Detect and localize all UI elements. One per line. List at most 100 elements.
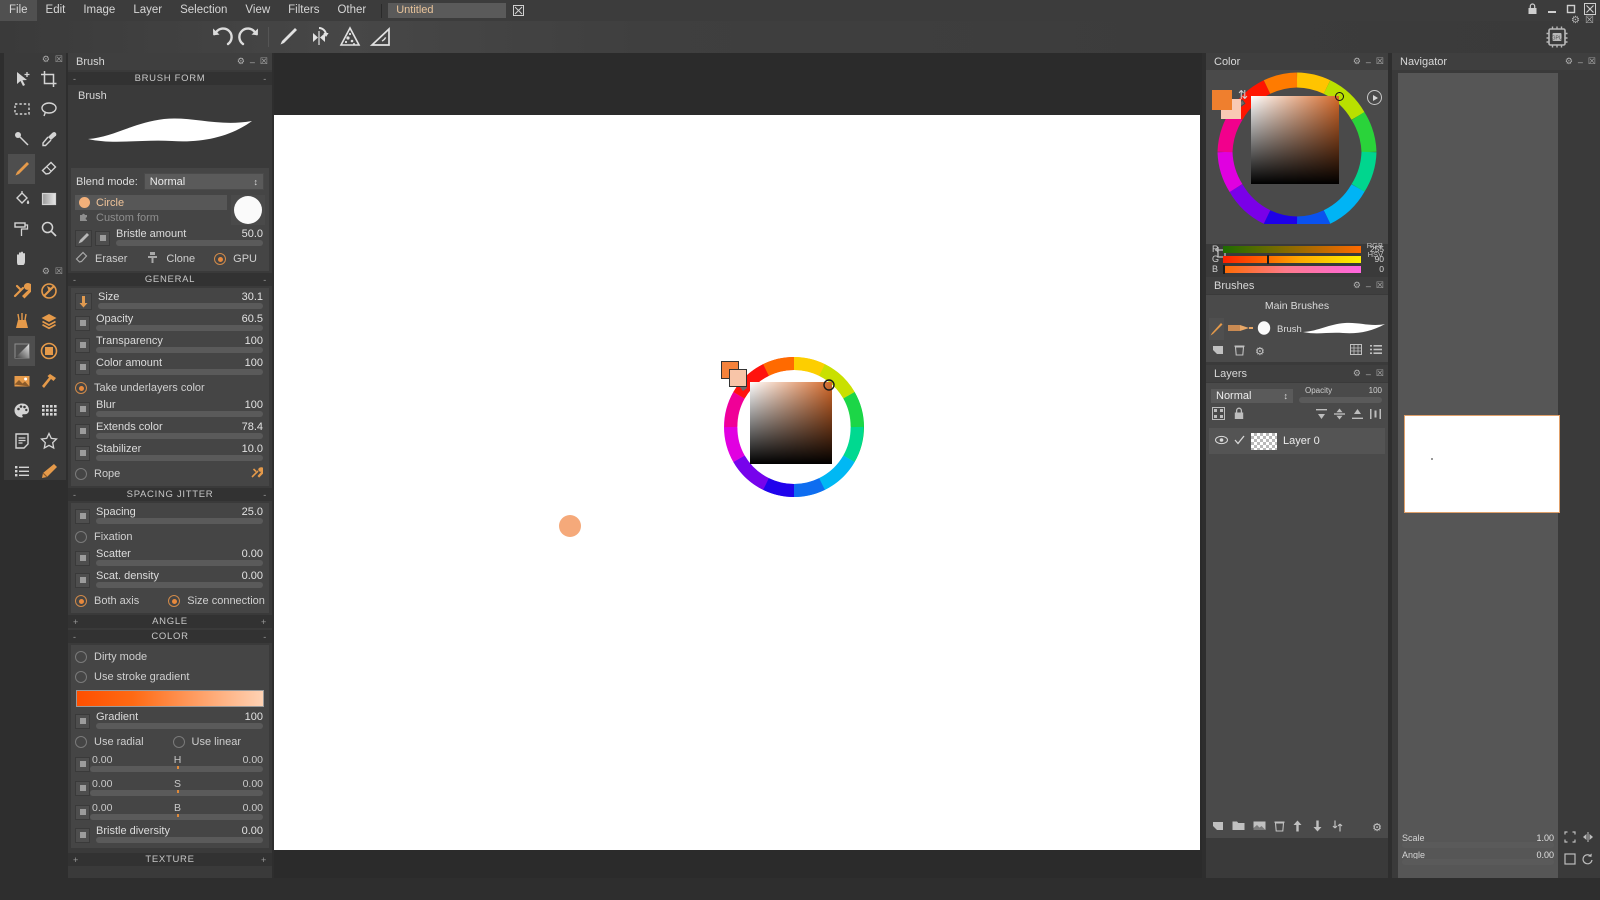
tool-notes[interactable] [8,426,35,456]
brush-icon[interactable] [275,24,301,50]
ruler-icon[interactable] [368,24,394,50]
move-layer-up-icon[interactable] [1292,820,1303,835]
document-tab[interactable]: Untitled [388,3,507,18]
swap-colors-icon[interactable]: ⇅ [1238,88,1248,102]
symmetry-icon[interactable] [306,24,332,50]
menu-item-view[interactable]: View [236,0,279,21]
section-general[interactable]: - GENERAL - [68,273,272,286]
size-arrow-icon[interactable] [75,292,92,310]
extends-color-toggle[interactable] [75,423,90,439]
color-selection-handle[interactable] [1335,92,1344,101]
hue-jitter-toggle[interactable] [75,756,90,772]
scat-density-slider[interactable]: Scat. density 0.00 [96,569,265,591]
move-layer-down-icon[interactable] [1312,820,1323,835]
channel-b-slider[interactable] [1223,264,1361,274]
blur-toggle[interactable] [75,401,90,417]
toolbar-close-icon[interactable]: ☒ [1585,15,1594,26]
transparency-slider[interactable]: Transparency 100 [96,334,265,356]
rotate-reset-icon[interactable] [1582,853,1594,868]
channel-r-slider[interactable] [1223,245,1361,253]
navigator-viewport[interactable] [1398,73,1560,883]
minimize-icon[interactable] [1545,3,1558,16]
tool-rect-select[interactable] [8,94,35,124]
rope-settings-icon[interactable] [251,466,265,482]
form-circle-option[interactable]: Circle [75,195,227,210]
layers-settings-gear-icon[interactable]: ⚙ [1372,821,1382,834]
tool-circle-shade[interactable] [35,336,62,366]
close-icon[interactable]: ☒ [260,56,268,67]
navigator-angle-slider[interactable]: Angle 0.00 [1398,850,1558,867]
extends-color-slider[interactable]: Extends color 78.4 [96,420,265,442]
dirty-mode-radio[interactable] [75,651,87,663]
close-icon[interactable]: ☒ [1376,280,1384,291]
flip-horizontal-icon[interactable] [1582,831,1594,846]
fixation-row[interactable]: Fixation [71,527,269,547]
gear-icon[interactable]: ⚙ [1353,368,1361,379]
tool-star[interactable] [35,426,62,456]
size-connection-radio[interactable] [168,595,181,607]
bristle-diversity-toggle[interactable] [75,827,90,843]
tool-hammer[interactable] [35,366,62,396]
blur-slider[interactable]: Blur 100 [96,398,265,420]
menu-item-other[interactable]: Other [328,0,375,21]
gpu-radio[interactable] [214,253,227,265]
tool-gradient[interactable] [35,184,62,214]
use-stroke-gradient-radio[interactable] [75,671,87,683]
layer-name[interactable]: Layer 0 [1283,435,1320,447]
brush-settings-gear-icon[interactable]: ⚙ [1255,345,1265,358]
align-top-icon[interactable] [1315,408,1328,423]
bristle-toggle[interactable] [95,230,110,246]
channel-g-slider[interactable] [1223,254,1361,264]
menu-item-edit[interactable]: Edit [37,0,75,21]
menu-item-image[interactable]: Image [74,0,124,21]
close-icon[interactable]: ☒ [55,266,63,277]
opacity-slider[interactable]: Opacity 60.5 [96,312,265,334]
play-icon[interactable] [1367,90,1382,105]
use-linear-radio[interactable] [172,736,185,748]
clone-icon[interactable] [146,251,159,267]
gear-icon[interactable]: ⚙ [1353,280,1361,291]
layer-blend-mode-select[interactable]: Normal ↕ [1210,387,1294,404]
section-spacing-jitter[interactable]: - SPACING JITTER - [68,488,272,501]
section-brush-form[interactable]: - BRUSH FORM - [68,72,272,85]
color-mode-hsv[interactable]: HSV [1367,250,1383,260]
tool-zoom[interactable] [35,214,62,244]
tool-smudge[interactable] [8,124,35,154]
gear-icon[interactable]: ⚙ [1353,56,1361,67]
duplicate-layer-icon[interactable] [1253,820,1266,834]
distribute-icon[interactable] [1369,408,1382,423]
grid-view-icon[interactable] [1350,344,1362,358]
bristle-brush-icon[interactable] [75,229,92,247]
scatter-icon[interactable] [337,24,363,50]
scat-density-toggle[interactable] [75,572,90,588]
form-custom-option[interactable]: Custom form [75,210,227,225]
layer-thumbnail[interactable] [1251,432,1277,450]
spacing-toggle[interactable] [75,508,90,524]
document-tab-close-icon[interactable] [512,4,524,17]
tool-stamp[interactable] [35,456,62,486]
minimize-icon[interactable]: – [1366,57,1371,67]
tool-quick-mask[interactable] [8,306,35,336]
undo-icon[interactable] [208,24,234,50]
section-angle[interactable]: + ANGLE + [68,615,272,628]
brush-shape-preview[interactable] [231,195,265,225]
close-icon[interactable]: ☒ [1376,368,1384,379]
tool-pen[interactable] [35,276,62,306]
tool-crop[interactable] [35,64,62,94]
transparency-lock-icon[interactable] [1212,407,1225,423]
tool-bucket-fill[interactable] [8,184,35,214]
opacity-toggle[interactable] [75,315,90,331]
gpu-icon[interactable]: GPU [1544,25,1570,49]
list-view-icon[interactable] [1370,344,1382,358]
table-row[interactable]: Layer 0 [1209,428,1385,454]
lock-layer-icon[interactable] [1233,407,1245,423]
eraser-icon[interactable] [75,251,88,267]
section-texture[interactable]: + TEXTURE + [68,853,272,866]
gear-icon[interactable]: ⚙ [42,266,50,277]
tool-lasso[interactable] [35,94,62,124]
tool-grid[interactable] [35,396,62,426]
blend-mode-select[interactable]: Normal ↕ [143,173,264,190]
hue-jitter-slider[interactable]: 0.00 H 0.00 [90,752,265,776]
clone-label[interactable]: Clone [166,253,195,265]
brush-preview-pencil-icon[interactable] [1227,321,1253,338]
